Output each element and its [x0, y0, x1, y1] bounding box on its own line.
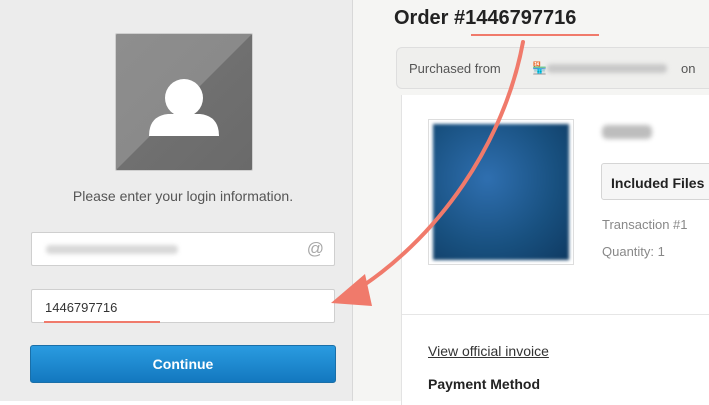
payment-method-heading: Payment Method	[428, 376, 541, 392]
shop-name-blurred[interactable]	[547, 64, 667, 73]
user-silhouette-icon	[149, 79, 219, 136]
purchased-from-bar: Purchased from 🏪 on	[396, 47, 709, 89]
shop-icon: 🏪	[532, 61, 547, 75]
item-name-blurred	[602, 125, 652, 139]
included-files-button[interactable]: Included Files	[601, 163, 709, 200]
avatar	[115, 33, 253, 171]
order-number-highlight	[471, 34, 599, 36]
item-thumbnail[interactable]	[428, 119, 574, 265]
view-invoice-link[interactable]: View official invoice	[428, 343, 549, 359]
order-number-underline	[44, 321, 160, 323]
quantity-label: Quantity: 1	[602, 244, 665, 259]
email-field[interactable]: @	[31, 232, 335, 266]
purchased-on-label: on	[681, 61, 696, 76]
transaction-label: Transaction #1	[602, 217, 688, 232]
email-value-blurred	[46, 245, 178, 254]
order-number-field[interactable]: 1446797716	[31, 289, 335, 323]
divider	[402, 314, 709, 315]
purchased-from-label: Purchased from	[409, 61, 501, 76]
login-panel: Please enter your login information. @ 1…	[0, 0, 353, 401]
order-title: Order #1446797716	[394, 7, 577, 29]
order-page: Order #1446797716 Purchased from 🏪 on In…	[353, 0, 709, 405]
order-number-value: 1446797716	[45, 300, 118, 315]
at-icon: @	[306, 239, 324, 258]
item-image-blurred	[433, 124, 569, 260]
login-prompt: Please enter your login information.	[72, 188, 294, 204]
continue-button[interactable]: Continue	[30, 345, 336, 383]
order-item-card: Included Files Transaction #1 Quantity: …	[401, 95, 709, 405]
